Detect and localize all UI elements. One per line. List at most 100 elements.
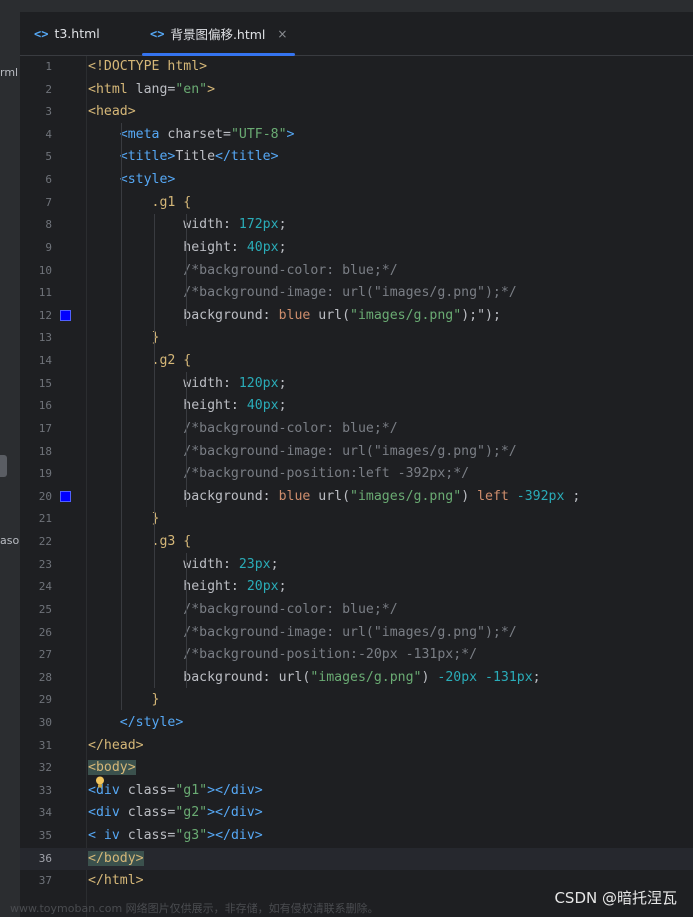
close-icon[interactable]: × <box>277 27 287 41</box>
panel-scroll-handle[interactable] <box>0 455 7 477</box>
line-number[interactable]: 35 <box>20 825 52 848</box>
line-number[interactable]: 24 <box>20 576 52 599</box>
code-line[interactable]: 30 </style> <box>20 712 693 735</box>
line-number[interactable]: 23 <box>20 554 52 577</box>
line-number[interactable]: 14 <box>20 350 52 373</box>
line-number[interactable]: 8 <box>20 214 52 237</box>
code-editor[interactable]: 1 <!DOCTYPE html> 2 <html lang="en"> 3 <head>… <box>20 56 693 917</box>
tab-label: t3.html <box>54 26 100 41</box>
code-text: .g1 { <box>88 192 192 215</box>
line-number[interactable]: 6 <box>20 169 52 192</box>
code-token: height: <box>183 398 247 414</box>
code-token: ; <box>278 579 287 595</box>
lightbulb-icon[interactable] <box>95 776 105 788</box>
code-text: .g3 { <box>88 531 192 554</box>
code-token: iv <box>103 828 128 844</box>
code-token: ) <box>421 669 438 685</box>
line-number[interactable]: 9 <box>20 237 52 260</box>
line-number[interactable]: 21 <box>20 508 52 531</box>
line-number[interactable]: 34 <box>20 802 52 825</box>
line-number[interactable]: 29 <box>20 689 52 712</box>
code-token: url( <box>318 488 351 504</box>
code-token: } <box>151 511 160 527</box>
line-number[interactable]: 31 <box>20 735 52 758</box>
code-line[interactable]: 3 <head> <box>20 101 693 124</box>
code-token: 40px <box>246 398 279 414</box>
code-token: </style> <box>119 714 184 730</box>
color-swatch-icon[interactable] <box>60 309 71 321</box>
code-token: "en" <box>175 81 208 97</box>
line-number[interactable]: 27 <box>20 644 52 667</box>
code-line[interactable]: 36 </body> <box>20 847 693 871</box>
code-text: /*background-image: url("images/g.png");… <box>88 282 516 305</box>
line-number[interactable]: 1 <box>20 56 52 79</box>
code-line[interactable]: 33 <div class="g1"></div> <box>20 780 693 803</box>
code-token: left <box>477 488 517 504</box>
code-token: ></div> <box>207 782 263 798</box>
line-number[interactable]: 30 <box>20 712 52 735</box>
code-line[interactable]: 32 <body> <box>20 757 693 780</box>
code-token: ></div> <box>207 828 263 844</box>
line-number[interactable]: 4 <box>20 124 52 147</box>
code-line[interactable]: 1 <!DOCTYPE html> <box>20 56 693 79</box>
code-token: ) <box>461 488 478 504</box>
code-line[interactable]: 31 </head> <box>20 735 693 758</box>
code-line[interactable]: 2 <html lang="en"> <box>20 79 693 102</box>
line-number[interactable]: 10 <box>20 260 52 283</box>
code-token: background: <box>183 669 279 685</box>
line-number[interactable]: 5 <box>20 146 52 169</box>
code-token: </head> <box>88 737 144 753</box>
line-number[interactable]: 37 <box>20 870 52 893</box>
code-token: /*background-color: blue;*/ <box>183 262 398 278</box>
line-number[interactable]: 32 <box>20 757 52 780</box>
line-number[interactable]: 20 <box>20 486 52 509</box>
line-number[interactable]: 22 <box>20 531 52 554</box>
line-number[interactable]: 7 <box>20 192 52 215</box>
line-number[interactable]: 12 <box>20 305 52 328</box>
code-text: width: 172px; <box>88 214 286 237</box>
line-number[interactable]: 26 <box>20 622 52 645</box>
line-number[interactable]: 2 <box>20 79 52 102</box>
line-number[interactable]: 15 <box>20 373 52 396</box>
code-text: width: 120px; <box>88 373 286 396</box>
tab-background-offset-html[interactable]: <> 背景图偏移.html × <box>142 12 296 56</box>
code-token: "images/g.png" <box>350 488 462 504</box>
color-swatch-icon[interactable] <box>60 490 71 502</box>
code-text: <meta charset="UTF-8"> <box>88 124 295 147</box>
code-token: background: <box>183 488 279 504</box>
code-token: /*background-position:-20px -131px;*/ <box>183 647 478 663</box>
line-number[interactable]: 3 <box>20 101 52 124</box>
line-number[interactable]: 19 <box>20 463 52 486</box>
code-token: lang= <box>135 81 176 97</box>
code-text: } <box>88 689 160 712</box>
code-text: /*background-color: blue;*/ <box>88 599 397 622</box>
line-number[interactable]: 11 <box>20 282 52 305</box>
line-number[interactable]: 33 <box>20 780 52 803</box>
line-number[interactable]: 28 <box>20 667 52 690</box>
code-line[interactable]: 35 < iv class="g3"></div> <box>20 825 693 848</box>
code-token: { <box>183 194 192 210</box>
code-token: );"); <box>461 307 501 323</box>
code-line[interactable]: 34 <div class="g2"></div> <box>20 802 693 825</box>
line-number[interactable]: 17 <box>20 418 52 441</box>
line-number[interactable]: 13 <box>20 327 52 350</box>
code-token: <head> <box>88 104 136 120</box>
code-token: ; <box>270 556 279 572</box>
code-token: <title> <box>119 149 176 165</box>
tab-t3-html[interactable]: <> t3.html <box>34 12 100 55</box>
code-text: /*background-color: blue;*/ <box>88 260 398 283</box>
line-number[interactable]: 16 <box>20 395 52 418</box>
code-token: width: <box>183 556 239 572</box>
line-number[interactable]: 25 <box>20 599 52 622</box>
code-token: <div <box>88 782 128 798</box>
code-text: <head> <box>88 101 136 124</box>
line-number[interactable]: 18 <box>20 441 52 464</box>
project-panel-edge[interactable]: rml aso <box>0 12 20 917</box>
line-number[interactable]: 36 <box>20 848 52 871</box>
